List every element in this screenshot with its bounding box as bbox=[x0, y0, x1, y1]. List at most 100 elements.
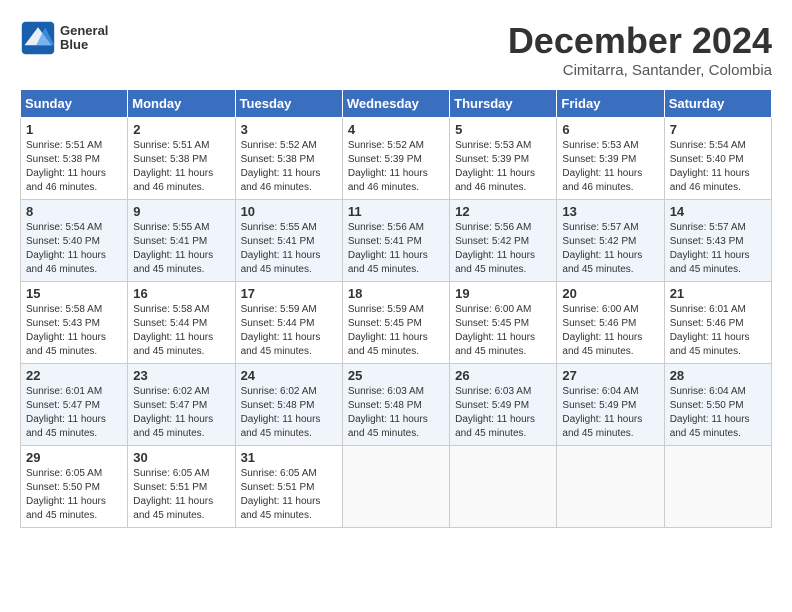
calendar-cell: 22 Sunrise: 6:01 AM Sunset: 5:47 PM Dayl… bbox=[21, 364, 128, 446]
calendar-cell: 13 Sunrise: 5:57 AM Sunset: 5:42 PM Dayl… bbox=[557, 200, 664, 282]
day-info: Sunrise: 5:57 AM Sunset: 5:42 PM Dayligh… bbox=[562, 221, 658, 277]
day-info: Sunrise: 6:00 AM Sunset: 5:45 PM Dayligh… bbox=[455, 303, 551, 359]
day-info: Sunrise: 6:00 AM Sunset: 5:46 PM Dayligh… bbox=[562, 303, 658, 359]
day-number: 14 bbox=[670, 204, 766, 219]
calendar-cell: 18 Sunrise: 5:59 AM Sunset: 5:45 PM Dayl… bbox=[342, 282, 449, 364]
page-header: General Blue December 2024 Cimitarra, Sa… bbox=[20, 20, 772, 79]
day-number: 9 bbox=[133, 204, 229, 219]
day-info: Sunrise: 5:57 AM Sunset: 5:43 PM Dayligh… bbox=[670, 221, 766, 277]
day-number: 13 bbox=[562, 204, 658, 219]
day-number: 21 bbox=[670, 286, 766, 301]
calendar-cell bbox=[450, 446, 557, 528]
day-info: Sunrise: 5:55 AM Sunset: 5:41 PM Dayligh… bbox=[133, 221, 229, 277]
calendar-cell: 6 Sunrise: 5:53 AM Sunset: 5:39 PM Dayli… bbox=[557, 118, 664, 200]
day-number: 15 bbox=[26, 286, 122, 301]
day-number: 26 bbox=[455, 368, 551, 383]
weekday-header-sunday: Sunday bbox=[21, 90, 128, 118]
day-number: 12 bbox=[455, 204, 551, 219]
calendar-cell: 7 Sunrise: 5:54 AM Sunset: 5:40 PM Dayli… bbox=[664, 118, 771, 200]
calendar-cell: 20 Sunrise: 6:00 AM Sunset: 5:46 PM Dayl… bbox=[557, 282, 664, 364]
day-info: Sunrise: 5:58 AM Sunset: 5:43 PM Dayligh… bbox=[26, 303, 122, 359]
calendar-cell: 10 Sunrise: 5:55 AM Sunset: 5:41 PM Dayl… bbox=[235, 200, 342, 282]
day-number: 16 bbox=[133, 286, 229, 301]
logo: General Blue bbox=[20, 20, 108, 56]
day-info: Sunrise: 5:52 AM Sunset: 5:39 PM Dayligh… bbox=[348, 139, 444, 195]
calendar-cell: 23 Sunrise: 6:02 AM Sunset: 5:47 PM Dayl… bbox=[128, 364, 235, 446]
day-info: Sunrise: 6:04 AM Sunset: 5:50 PM Dayligh… bbox=[670, 385, 766, 441]
calendar-cell: 8 Sunrise: 5:54 AM Sunset: 5:40 PM Dayli… bbox=[21, 200, 128, 282]
weekday-header-row: SundayMondayTuesdayWednesdayThursdayFrid… bbox=[21, 90, 772, 118]
calendar-cell: 2 Sunrise: 5:51 AM Sunset: 5:38 PM Dayli… bbox=[128, 118, 235, 200]
calendar-cell: 12 Sunrise: 5:56 AM Sunset: 5:42 PM Dayl… bbox=[450, 200, 557, 282]
weekday-header-saturday: Saturday bbox=[664, 90, 771, 118]
weekday-header-friday: Friday bbox=[557, 90, 664, 118]
calendar-cell: 31 Sunrise: 6:05 AM Sunset: 5:51 PM Dayl… bbox=[235, 446, 342, 528]
day-info: Sunrise: 6:03 AM Sunset: 5:48 PM Dayligh… bbox=[348, 385, 444, 441]
calendar-cell: 27 Sunrise: 6:04 AM Sunset: 5:49 PM Dayl… bbox=[557, 364, 664, 446]
calendar-cell: 14 Sunrise: 5:57 AM Sunset: 5:43 PM Dayl… bbox=[664, 200, 771, 282]
day-number: 1 bbox=[26, 122, 122, 137]
calendar-cell: 4 Sunrise: 5:52 AM Sunset: 5:39 PM Dayli… bbox=[342, 118, 449, 200]
day-number: 17 bbox=[241, 286, 337, 301]
day-info: Sunrise: 6:03 AM Sunset: 5:49 PM Dayligh… bbox=[455, 385, 551, 441]
calendar-cell: 21 Sunrise: 6:01 AM Sunset: 5:46 PM Dayl… bbox=[664, 282, 771, 364]
day-info: Sunrise: 5:55 AM Sunset: 5:41 PM Dayligh… bbox=[241, 221, 337, 277]
calendar-cell: 29 Sunrise: 6:05 AM Sunset: 5:50 PM Dayl… bbox=[21, 446, 128, 528]
week-row-1: 1 Sunrise: 5:51 AM Sunset: 5:38 PM Dayli… bbox=[21, 118, 772, 200]
day-number: 22 bbox=[26, 368, 122, 383]
day-info: Sunrise: 5:59 AM Sunset: 5:44 PM Dayligh… bbox=[241, 303, 337, 359]
location: Cimitarra, Santander, Colombia bbox=[508, 62, 772, 79]
calendar-cell: 25 Sunrise: 6:03 AM Sunset: 5:48 PM Dayl… bbox=[342, 364, 449, 446]
day-number: 20 bbox=[562, 286, 658, 301]
day-info: Sunrise: 5:51 AM Sunset: 5:38 PM Dayligh… bbox=[26, 139, 122, 195]
day-number: 18 bbox=[348, 286, 444, 301]
day-number: 8 bbox=[26, 204, 122, 219]
day-info: Sunrise: 5:54 AM Sunset: 5:40 PM Dayligh… bbox=[26, 221, 122, 277]
calendar-table: SundayMondayTuesdayWednesdayThursdayFrid… bbox=[20, 89, 772, 528]
day-number: 7 bbox=[670, 122, 766, 137]
weekday-header-thursday: Thursday bbox=[450, 90, 557, 118]
calendar-cell: 11 Sunrise: 5:56 AM Sunset: 5:41 PM Dayl… bbox=[342, 200, 449, 282]
weekday-header-monday: Monday bbox=[128, 90, 235, 118]
day-info: Sunrise: 6:02 AM Sunset: 5:48 PM Dayligh… bbox=[241, 385, 337, 441]
day-number: 27 bbox=[562, 368, 658, 383]
weekday-header-tuesday: Tuesday bbox=[235, 90, 342, 118]
calendar-cell: 28 Sunrise: 6:04 AM Sunset: 5:50 PM Dayl… bbox=[664, 364, 771, 446]
day-info: Sunrise: 5:56 AM Sunset: 5:41 PM Dayligh… bbox=[348, 221, 444, 277]
calendar-cell: 24 Sunrise: 6:02 AM Sunset: 5:48 PM Dayl… bbox=[235, 364, 342, 446]
day-number: 25 bbox=[348, 368, 444, 383]
calendar-cell: 3 Sunrise: 5:52 AM Sunset: 5:38 PM Dayli… bbox=[235, 118, 342, 200]
day-info: Sunrise: 5:54 AM Sunset: 5:40 PM Dayligh… bbox=[670, 139, 766, 195]
day-info: Sunrise: 5:58 AM Sunset: 5:44 PM Dayligh… bbox=[133, 303, 229, 359]
calendar-cell: 17 Sunrise: 5:59 AM Sunset: 5:44 PM Dayl… bbox=[235, 282, 342, 364]
day-info: Sunrise: 6:02 AM Sunset: 5:47 PM Dayligh… bbox=[133, 385, 229, 441]
calendar-cell: 16 Sunrise: 5:58 AM Sunset: 5:44 PM Dayl… bbox=[128, 282, 235, 364]
logo-line2: Blue bbox=[60, 38, 108, 52]
day-info: Sunrise: 5:53 AM Sunset: 5:39 PM Dayligh… bbox=[562, 139, 658, 195]
logo-icon bbox=[20, 20, 56, 56]
calendar-cell: 9 Sunrise: 5:55 AM Sunset: 5:41 PM Dayli… bbox=[128, 200, 235, 282]
day-number: 5 bbox=[455, 122, 551, 137]
day-number: 3 bbox=[241, 122, 337, 137]
weekday-header-wednesday: Wednesday bbox=[342, 90, 449, 118]
calendar-cell: 1 Sunrise: 5:51 AM Sunset: 5:38 PM Dayli… bbox=[21, 118, 128, 200]
title-area: December 2024 Cimitarra, Santander, Colo… bbox=[508, 20, 772, 79]
day-number: 24 bbox=[241, 368, 337, 383]
day-number: 2 bbox=[133, 122, 229, 137]
day-info: Sunrise: 5:59 AM Sunset: 5:45 PM Dayligh… bbox=[348, 303, 444, 359]
calendar-cell bbox=[664, 446, 771, 528]
day-number: 10 bbox=[241, 204, 337, 219]
calendar-cell bbox=[342, 446, 449, 528]
week-row-2: 8 Sunrise: 5:54 AM Sunset: 5:40 PM Dayli… bbox=[21, 200, 772, 282]
day-info: Sunrise: 6:05 AM Sunset: 5:51 PM Dayligh… bbox=[241, 467, 337, 523]
calendar-cell bbox=[557, 446, 664, 528]
calendar-cell: 30 Sunrise: 6:05 AM Sunset: 5:51 PM Dayl… bbox=[128, 446, 235, 528]
calendar-cell: 26 Sunrise: 6:03 AM Sunset: 5:49 PM Dayl… bbox=[450, 364, 557, 446]
month-title: December 2024 bbox=[508, 20, 772, 62]
day-info: Sunrise: 6:05 AM Sunset: 5:51 PM Dayligh… bbox=[133, 467, 229, 523]
day-number: 19 bbox=[455, 286, 551, 301]
day-info: Sunrise: 6:01 AM Sunset: 5:46 PM Dayligh… bbox=[670, 303, 766, 359]
day-info: Sunrise: 5:53 AM Sunset: 5:39 PM Dayligh… bbox=[455, 139, 551, 195]
day-info: Sunrise: 5:56 AM Sunset: 5:42 PM Dayligh… bbox=[455, 221, 551, 277]
calendar-cell: 5 Sunrise: 5:53 AM Sunset: 5:39 PM Dayli… bbox=[450, 118, 557, 200]
